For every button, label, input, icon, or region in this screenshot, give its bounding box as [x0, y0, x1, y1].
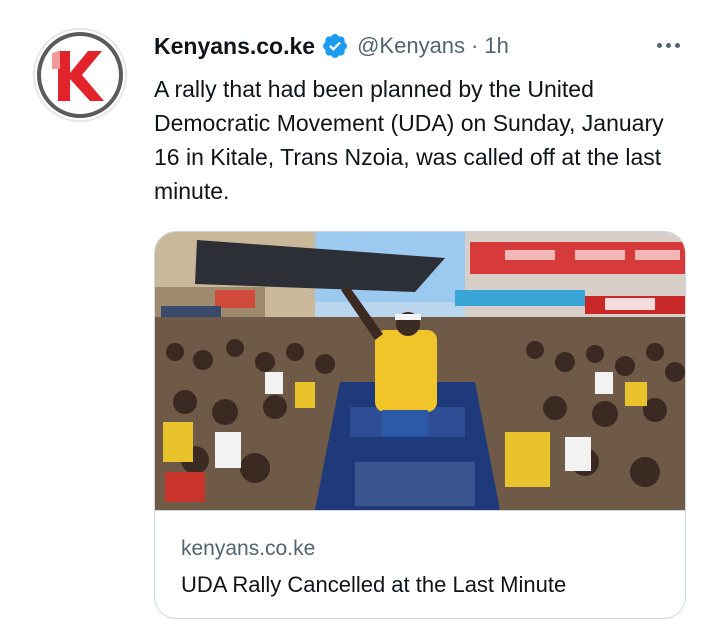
author-display-name[interactable]: Kenyans.co.ke [154, 33, 315, 60]
card-divider [155, 510, 685, 511]
card-title[interactable]: UDA Rally Cancelled at the Last Minute [181, 572, 566, 598]
tweet-timestamp[interactable]: 1h [484, 33, 508, 59]
tweet[interactable]: K Kenyans.co.ke @Kenyans · 1h A rally th… [0, 0, 716, 622]
link-preview-card[interactable]: kenyans.co.ke UDA Rally Cancelled at the… [154, 231, 686, 619]
more-dot [665, 42, 671, 48]
tweet-header: Kenyans.co.ke @Kenyans · 1h [154, 30, 509, 62]
more-options-icon[interactable] [650, 34, 686, 56]
time-separator: · [471, 33, 479, 58]
more-dot [674, 42, 680, 48]
rally-photo [155, 232, 685, 510]
card-domain: kenyans.co.ke [181, 537, 316, 560]
author-handle[interactable]: @Kenyans [357, 33, 465, 59]
avatar[interactable]: K [33, 28, 127, 122]
card-image[interactable] [155, 232, 685, 510]
tweet-text: A rally that had been planned by the Uni… [154, 76, 664, 204]
verified-badge-icon [321, 32, 349, 60]
kenyans-k-logo-icon: K [37, 32, 123, 118]
more-dot [656, 42, 662, 48]
